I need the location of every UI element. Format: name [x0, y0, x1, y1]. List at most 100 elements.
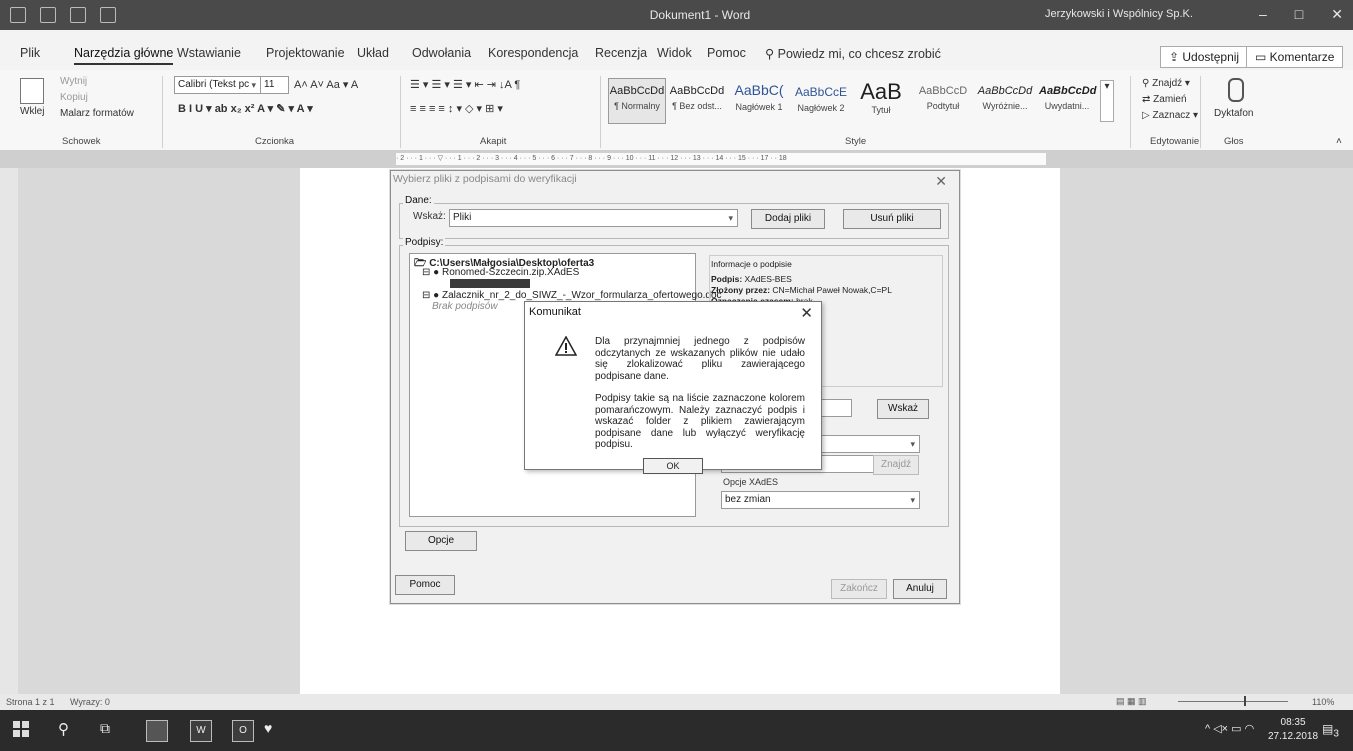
page-count[interactable]: Strona 1 z 1 [6, 697, 55, 707]
style-preview: AaBbCcDd [669, 85, 725, 97]
style-normal[interactable]: AaBbCcDd ¶ Normalny [608, 78, 666, 124]
checkbox-icon[interactable] [440, 279, 450, 288]
style-title[interactable]: AaB Tytuł [852, 78, 910, 124]
message-paragraph-1: Dla przynajmniej jednego z podpisów odcz… [595, 336, 805, 382]
tab-layout[interactable]: Układ [357, 46, 389, 60]
undo-icon[interactable] [70, 7, 86, 23]
autosave-icon[interactable] [10, 7, 26, 23]
tell-me-search[interactable]: ⚲ Powiedz mi, co chcesz zrobić [765, 46, 941, 61]
ribbon-tabs: Plik Narzędzia główne Wstawianie Projekt… [0, 30, 1353, 70]
clock-date: 27.12.2018 [1268, 731, 1319, 742]
alignment-buttons[interactable]: ≡ ≡ ≡ ≡ ↕ ▾ ◇ ▾ ⊞ ▾ [410, 102, 503, 115]
xades-options-value: bez zmian [725, 494, 771, 505]
select-icon: ▷ [1142, 110, 1153, 121]
source-select[interactable]: Pliki ▾ [449, 209, 738, 227]
source-value: Pliki [453, 212, 472, 223]
zoom-slider-thumb[interactable] [1244, 696, 1246, 706]
finish-button[interactable]: Zakończ [831, 579, 887, 599]
voice-group-label: Głos [1224, 136, 1244, 147]
font-size-select[interactable]: 11 [260, 76, 289, 94]
options-button[interactable]: Opcje [405, 531, 477, 551]
selected-signature-row[interactable] [440, 279, 530, 288]
tell-me-text: Powiedz mi, co chcesz zrobić [777, 47, 941, 61]
copy-button[interactable]: Kopiuj [60, 92, 88, 103]
font-group-label: Czcionka [255, 136, 295, 147]
tree-item-doc[interactable]: ⊟ ● Zalacznik_nr_2_do_SIWZ_-_Wzor_formul… [422, 290, 722, 301]
font-name-select[interactable]: Calibri (Tekst pc ▾ [174, 76, 261, 94]
paste-label[interactable]: Wklej [20, 106, 44, 117]
remove-files-button[interactable]: Usuń pliki [843, 209, 941, 229]
windows-start-icon[interactable] [12, 720, 32, 740]
style-preview: AaB [860, 79, 902, 104]
file-explorer-icon[interactable] [146, 720, 168, 742]
styles-scroll-icon[interactable]: ▾ [1100, 80, 1114, 122]
style-heading-2[interactable]: AaBbCcE Nagłówek 2 [792, 78, 850, 124]
help-button[interactable]: Pomoc [395, 575, 455, 595]
find-button[interactable]: ⚲ Znajdź ▾ [1142, 78, 1190, 89]
minimize-icon[interactable]: – [1259, 6, 1267, 23]
comments-button[interactable]: ▭ Komentarze [1246, 46, 1344, 68]
tab-review[interactable]: Recenzja [595, 46, 647, 60]
format-painter-button[interactable]: Malarz formatów [60, 108, 134, 119]
cut-button[interactable]: Wytnij [60, 76, 87, 87]
select-button[interactable]: ▷ Zaznacz ▾ [1142, 110, 1198, 121]
close-icon[interactable]: ✕ [935, 173, 947, 190]
tab-home[interactable]: Narzędzia główne [74, 46, 174, 65]
save-icon[interactable] [40, 7, 56, 23]
close-icon[interactable]: ✕ [1331, 6, 1343, 23]
font-size-buttons[interactable]: A˄ A˅ Aa ▾ A [294, 78, 358, 91]
paste-icon[interactable] [20, 78, 44, 104]
point-button[interactable]: Wskaż [877, 399, 929, 419]
search-icon[interactable]: ⚲ [58, 720, 78, 740]
tab-file[interactable]: Plik [20, 46, 40, 60]
list-buttons[interactable]: ☰ ▾ ☰ ▾ ☰ ▾ ⇤ ⇥ ↓A ¶ [410, 78, 520, 91]
chevron-down-icon: ▾ [910, 495, 915, 505]
close-icon[interactable]: ✕ [800, 304, 813, 322]
add-files-button[interactable]: Dodaj pliki [751, 209, 825, 229]
tab-help[interactable]: Pomoc [707, 46, 746, 60]
style-emphasis[interactable]: AaBbCcDd Wyróżnie... [976, 78, 1034, 124]
zoom-slider[interactable] [1178, 701, 1288, 702]
collapse-ribbon-icon[interactable]: ˄ [1336, 136, 1342, 147]
tab-view[interactable]: Widok [657, 46, 692, 60]
tree-item-zip[interactable]: ⊟ ● Ronomed-Szczecin.zip.XAdES [422, 267, 579, 278]
view-buttons[interactable]: ▤ ▦ ▥ [1116, 696, 1147, 707]
divider [600, 76, 601, 148]
word-count[interactable]: Wyrazy: 0 [70, 697, 110, 707]
vertical-ruler [0, 168, 18, 698]
notifications-icon[interactable]: ▤3 [1322, 722, 1339, 739]
dictate-label[interactable]: Dyktafon [1214, 108, 1253, 119]
system-tray[interactable]: ^ ◁× ▭ ◠ [1205, 722, 1254, 735]
word-app-icon[interactable]: W [190, 720, 212, 742]
zoom-level[interactable]: 110% [1312, 697, 1334, 707]
style-subtitle[interactable]: AaBbCcD Podtytuł [914, 78, 972, 124]
microphone-icon[interactable] [1228, 78, 1244, 102]
replace-button[interactable]: ⇄ Zamień [1142, 94, 1187, 105]
tab-design[interactable]: Projektowanie [266, 46, 345, 60]
ok-button[interactable]: OK [643, 458, 703, 474]
style-strong-emphasis[interactable]: AaBbCcDd Uwydatni... [1038, 78, 1096, 124]
horizontal-ruler: · 2 · · · 1 · · · ▽ · · · 1 · · · 2 · · … [0, 150, 1353, 168]
divider [400, 76, 401, 148]
find-icon: ⚲ [1142, 78, 1153, 89]
redo-icon[interactable] [100, 7, 116, 23]
clock[interactable]: 08:35 27.12.2018 [1268, 716, 1318, 744]
user-name[interactable]: Jerzykowski i Wspólnicy Sp.K. [1045, 8, 1193, 20]
cancel-button[interactable]: Anuluj [893, 579, 947, 599]
font-format-buttons[interactable]: B I U ▾ ab x₂ x² A ▾ ✎ ▾ A ▾ [178, 102, 313, 115]
outlook-app-icon[interactable]: O [232, 720, 254, 742]
share-button[interactable]: ⇪ Udostępnij [1160, 46, 1249, 68]
xades-options-select[interactable]: bez zmian ▾ [721, 491, 920, 509]
pinned-app-icon[interactable]: ♥ [264, 720, 284, 740]
maximize-icon[interactable]: □ [1295, 6, 1303, 23]
style-no-spacing[interactable]: AaBbCcDd ¶ Bez odst... [668, 78, 726, 124]
tab-references[interactable]: Odwołania [412, 46, 471, 60]
tab-insert[interactable]: Wstawianie [177, 46, 241, 60]
tab-mailings[interactable]: Korespondencja [488, 46, 578, 60]
style-heading-1[interactable]: AaBbC(Nagłówek 1 [730, 78, 788, 124]
status-bar: Strona 1 z 1 Wyrazy: 0 ▤ ▦ ▥ 110% [0, 694, 1353, 710]
chevron-down-icon: ▾ [910, 439, 915, 449]
style-preview: AaBbCcD [918, 85, 968, 97]
find-button[interactable]: Znajdź [873, 455, 919, 475]
task-view-icon[interactable]: ⧉ [100, 720, 120, 740]
